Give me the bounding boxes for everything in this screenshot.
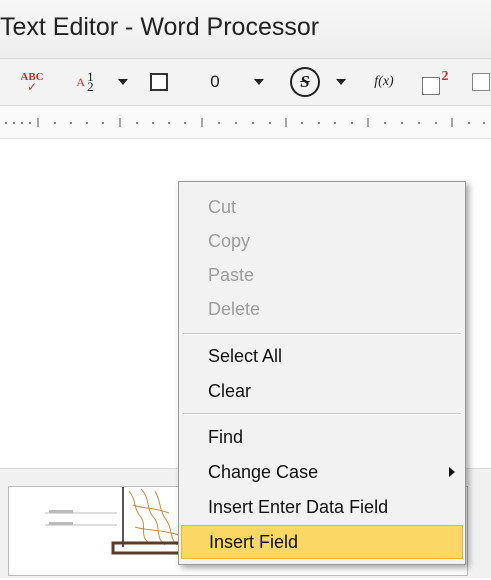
menu-separator [183,333,461,335]
menu-item-change-case[interactable]: Change Case [181,455,463,489]
chevron-down-icon [336,79,346,85]
menu-item-delete[interactable]: Delete [181,292,463,326]
sort-button[interactable]: A 1 2 [70,59,100,105]
more-toolbar-button[interactable] [470,59,491,105]
superscript-button[interactable]: 2 [418,59,452,105]
function-button[interactable]: f(x) [364,59,404,105]
menu-item-paste[interactable]: Paste [181,258,463,292]
strikethrough-button[interactable]: S [288,59,322,105]
title-bar: Text Editor - Word Processor [0,0,491,59]
menu-item-cut[interactable]: Cut [181,190,463,224]
menu-item-insert-enter-data-field[interactable]: Insert Enter Data Field [181,490,463,524]
sort-dropdown-button[interactable] [116,59,130,105]
formatting-toolbar: ABC ✓ A 1 2 0 S f(x) 2 [0,59,491,106]
menu-item-clear[interactable]: Clear [181,374,463,408]
strikethrough-icon: S [290,67,320,97]
ruler[interactable] [0,106,491,139]
menu-item-select-all[interactable]: Select All [181,339,463,373]
size-dropdown-button[interactable] [252,59,266,105]
border-icon [150,73,168,91]
menu-item-find[interactable]: Find [181,420,463,454]
chevron-down-icon [254,79,264,85]
border-button[interactable] [148,59,170,105]
menu-item-insert-field[interactable]: Insert Field [181,525,463,559]
size-field[interactable]: 0 [204,59,226,105]
superscript-icon: 2 [421,69,449,95]
context-menu: Cut Copy Paste Delete Select All Clear F… [178,181,466,565]
square-icon [471,73,490,91]
spell-check-icon: ABC ✓ [20,71,44,94]
menu-separator [183,413,461,415]
chevron-down-icon [118,79,128,85]
strikethrough-dropdown-button[interactable] [334,59,348,105]
submenu-arrow-icon [449,467,455,477]
function-icon: f(x) [374,74,394,89]
ruler-ticks [5,118,485,127]
menu-item-label: Change Case [208,461,319,482]
spell-check-button[interactable]: ABC ✓ [14,59,50,105]
menu-item-copy[interactable]: Copy [181,224,463,258]
sort-icon: A 1 2 [76,69,94,94]
window-title: Text Editor - Word Processor [0,13,320,41]
